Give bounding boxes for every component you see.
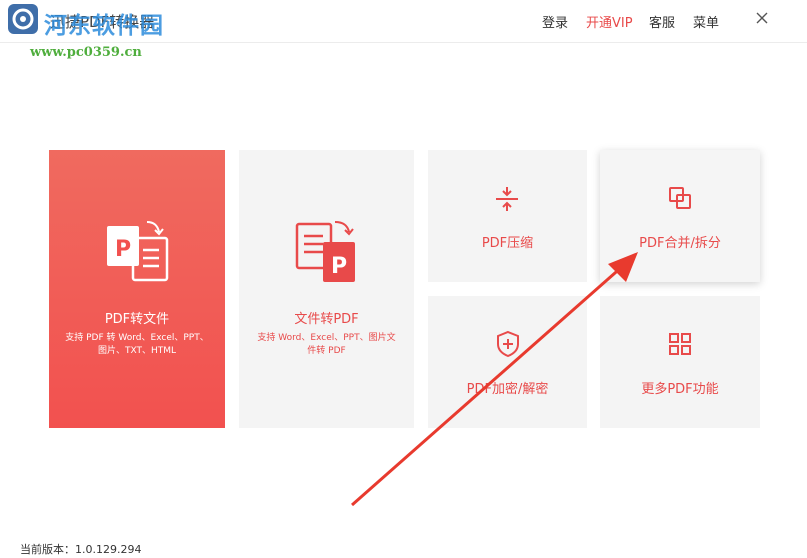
pdf-to-file-label: PDF转文件 [104,312,170,327]
more-pdf-features-tile[interactable]: 更多PDF功能 [600,296,760,428]
pdf-to-file-description: 支持 PDF 转 Word、Excel、PPT、图片、TXT、HTML [65,333,209,356]
pdf-encrypt-label: PDF加密/解密 [466,382,549,397]
file-to-pdf-description: 支持 Word、Excel、PPT、图片文件转 PDF [257,333,396,356]
watermark-logo: 河东软件园 [44,12,164,39]
app-logo [8,4,38,34]
close-icon[interactable] [754,10,770,26]
compress-icon [494,186,520,216]
pdf-encrypt-tile[interactable]: PDF加密/解密 [428,296,587,428]
watermark-url: www.pc0359.cn [30,45,142,60]
document-to-pdf-icon: P [295,220,361,290]
grid-icon [668,332,692,360]
pdf-compress-label: PDF压缩 [481,236,534,251]
pdf-compress-tile[interactable]: PDF压缩 [428,150,587,282]
menu-link[interactable]: 菜单 [693,12,719,31]
customer-service-link[interactable]: 客服 [649,12,675,31]
login-link[interactable]: 登录 [542,12,568,31]
shield-icon [496,330,520,362]
pdf-to-document-icon: P [107,220,171,286]
more-pdf-features-label: 更多PDF功能 [641,382,719,397]
svg-text:P: P [331,254,347,279]
title-bar: 迅捷PDF转换器 河东软件园 登录 开通VIP 客服 菜单 [0,0,807,43]
file-to-pdf-tile[interactable]: P 文件转PDF 支持 Word、Excel、PPT、图片文件转 PDF [239,150,414,428]
version-label: 当前版本：1.0.129.294 [20,543,142,556]
merge-icon [668,186,692,214]
pdf-merge-split-label: PDF合并/拆分 [639,236,721,251]
svg-text:P: P [115,237,131,262]
file-to-pdf-label: 文件转PDF [294,312,359,327]
vip-link[interactable]: 开通VIP [586,12,633,31]
pdf-to-file-tile[interactable]: P PDF转文件 支持 PDF 转 Word、Excel、PPT、图片、TXT、… [49,150,225,428]
pdf-merge-split-tile[interactable]: PDF合并/拆分 [600,150,760,282]
